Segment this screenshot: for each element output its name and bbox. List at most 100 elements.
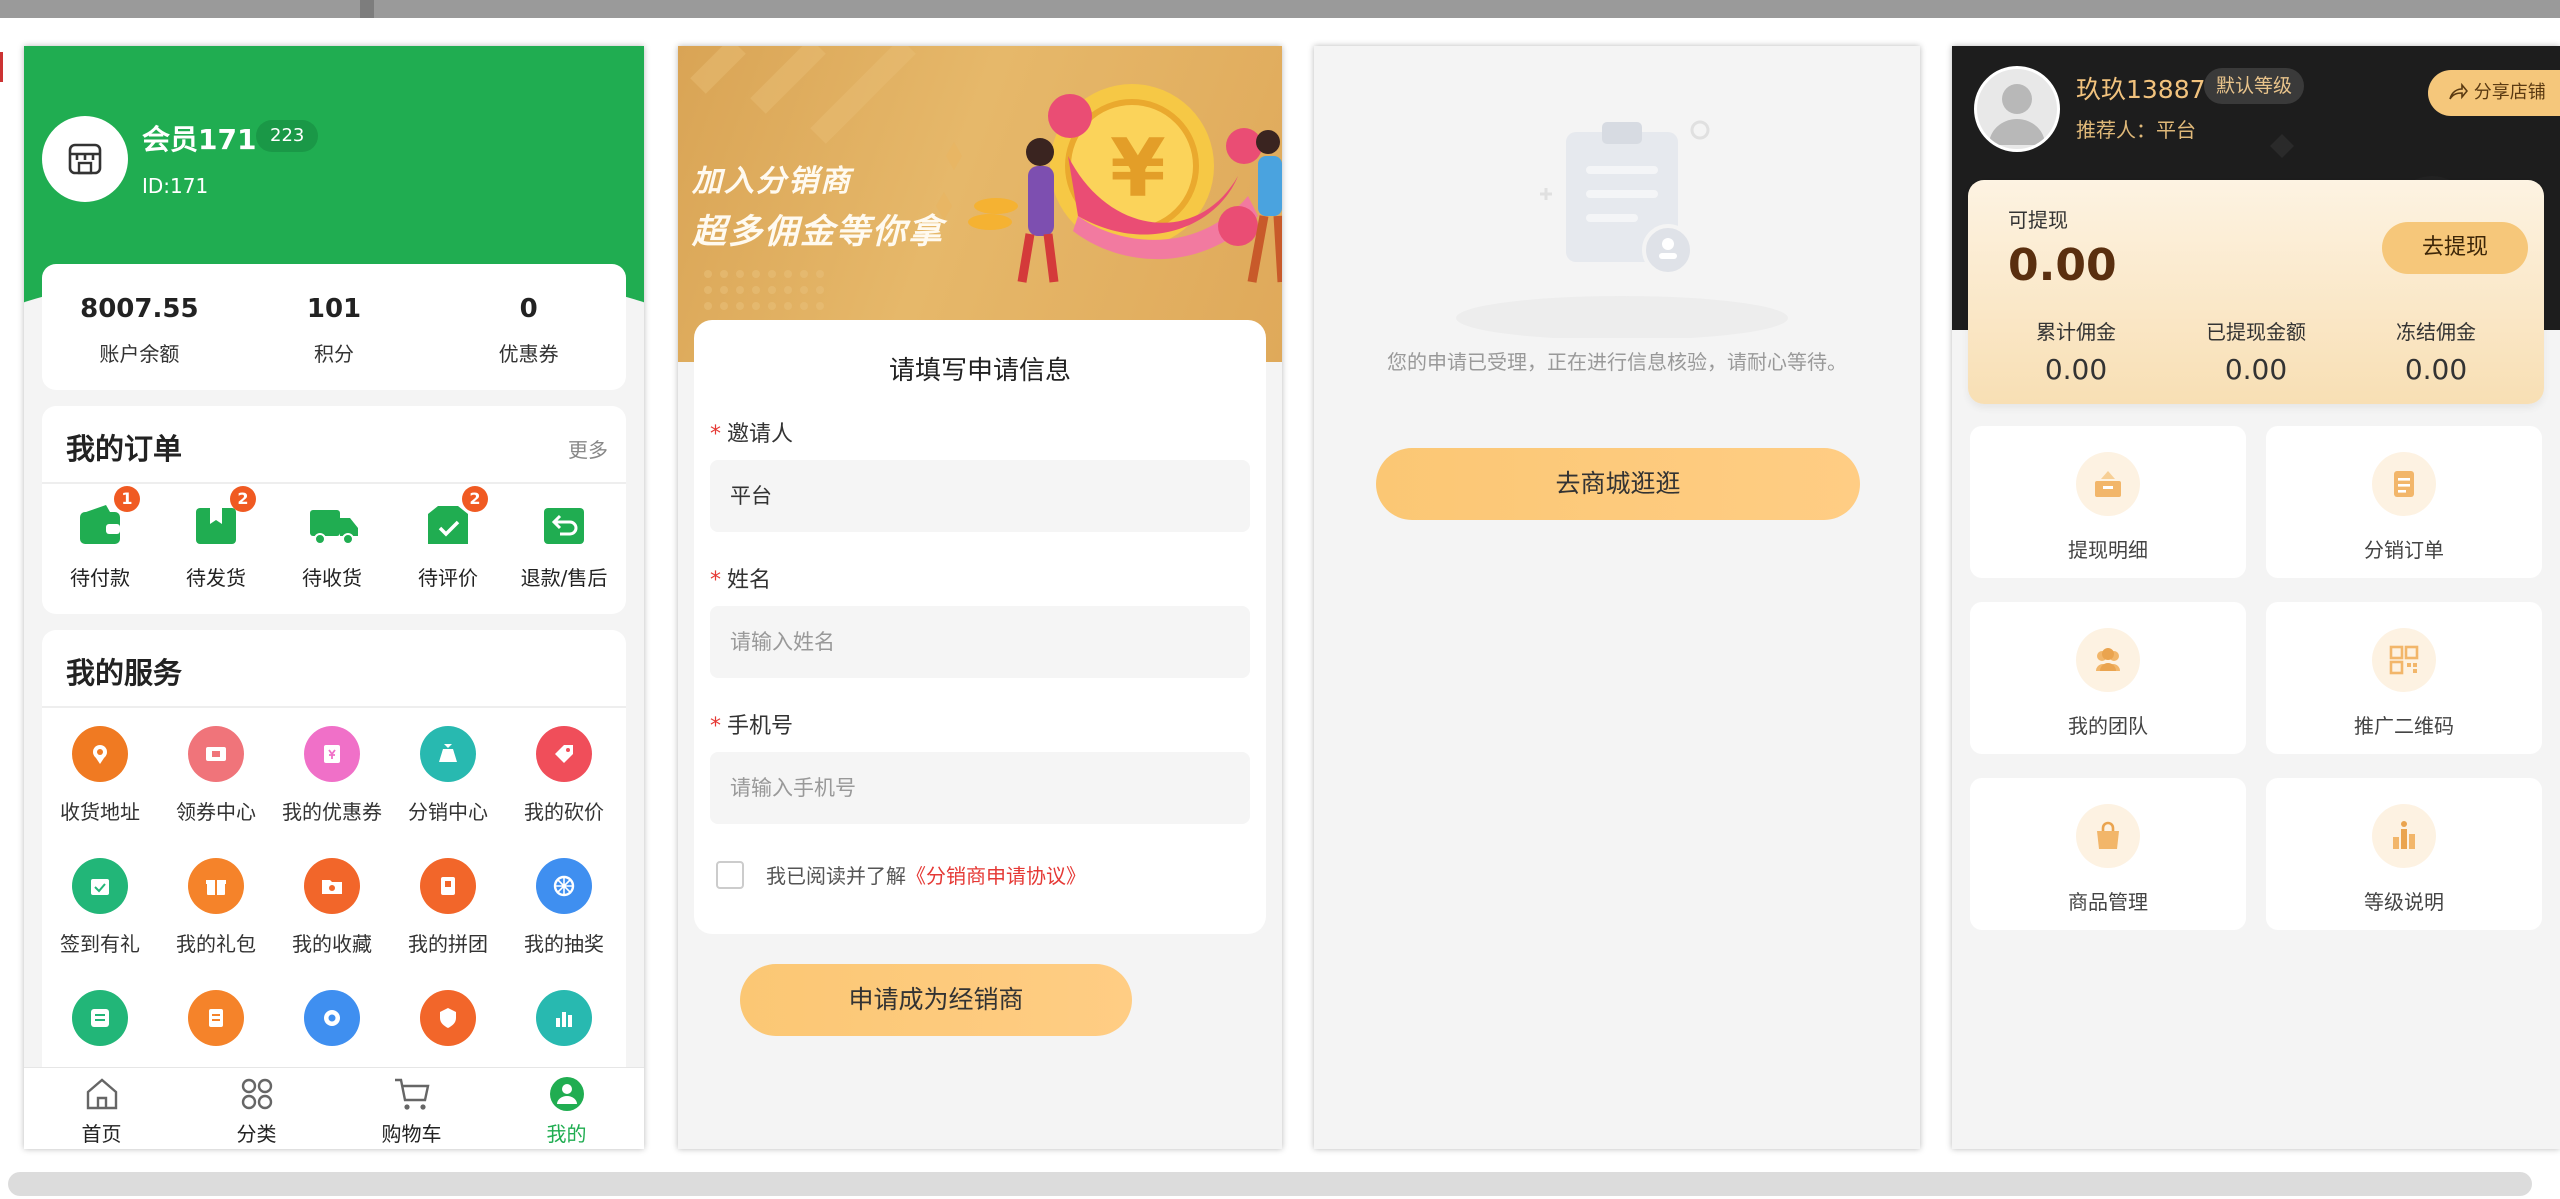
tab-category[interactable]: 分类: [179, 1068, 334, 1149]
stat-balance[interactable]: 8007.55 账户余额: [42, 264, 237, 390]
tab-label: 分类: [236, 1122, 277, 1146]
agreement-text: 我已阅读并了解: [766, 864, 906, 888]
phone-input[interactable]: 请输入手机号: [710, 752, 1250, 824]
store-avatar[interactable]: [42, 116, 128, 202]
service-item[interactable]: 我的礼包: [158, 858, 274, 957]
summary-label: 已提现金额: [2206, 320, 2306, 344]
stat-points[interactable]: 101 积分: [237, 264, 432, 390]
settings-icon: [304, 990, 360, 1046]
menu-withdraw-records[interactable]: 提现明细: [1970, 426, 2246, 578]
order-label: 待付款: [70, 566, 130, 590]
coupon-icon: [188, 726, 244, 782]
tab-label: 首页: [81, 1122, 122, 1146]
orders-more-link[interactable]: 更多: [568, 434, 608, 463]
service-item[interactable]: 收货地址: [42, 726, 158, 825]
service-item[interactable]: [274, 990, 390, 1060]
required-mark: *: [710, 714, 721, 739]
tab-home[interactable]: 首页: [24, 1068, 179, 1149]
service-item[interactable]: 我的抽奖: [506, 858, 622, 957]
agreement-row: 我已阅读并了解 《分销商申请协议》: [716, 860, 1086, 889]
service-item[interactable]: 签到有礼: [42, 858, 158, 957]
truck-icon: [310, 510, 358, 545]
share-icon: [2449, 82, 2469, 100]
service-item[interactable]: [42, 990, 158, 1060]
list-icon: [72, 990, 128, 1046]
browser-top-bar: [0, 0, 2560, 18]
tab-mine[interactable]: 我的: [489, 1068, 644, 1149]
tab-label: 购物车: [381, 1122, 442, 1146]
banner-headline: 加入分销商: [692, 164, 852, 199]
share-store-button[interactable]: 分享店铺: [2428, 70, 2560, 116]
member-points-badge: 223: [256, 120, 319, 152]
stat-label: 优惠券: [498, 342, 559, 366]
order-pending-receipt[interactable]: 待收货: [274, 502, 390, 591]
tab-label: 我的: [546, 1122, 587, 1146]
total-commission: 累计佣金 0.00: [1986, 316, 2166, 386]
chart-icon: [536, 990, 592, 1046]
user-avatar[interactable]: [1974, 66, 2060, 152]
summary-label: 冻结佣金: [2396, 320, 2476, 344]
withdraw-button[interactable]: 去提现: [2382, 222, 2528, 274]
required-mark: *: [710, 422, 721, 447]
money-bag-icon: [420, 726, 476, 782]
member-name: 会员171: [142, 123, 257, 156]
stat-value: 101: [306, 294, 362, 324]
menu-promo-qr-code[interactable]: 推广二维码: [2266, 602, 2542, 754]
tab-cart[interactable]: 购物车: [334, 1068, 489, 1149]
order-refund[interactable]: 退款/售后: [506, 502, 622, 591]
service-label: 我的砍价: [524, 800, 604, 824]
withdraw-record-icon: [2095, 471, 2121, 497]
menu-my-team[interactable]: 我的团队: [1970, 602, 2246, 754]
order-label: 待发货: [186, 566, 246, 590]
stat-value: 0: [519, 294, 538, 324]
horizontal-scrollbar[interactable]: [8, 1172, 2532, 1196]
folder-star-icon: [304, 858, 360, 914]
service-label: 领券中心: [176, 800, 256, 824]
inviter-field[interactable]: 平台: [710, 460, 1250, 532]
order-pending-payment[interactable]: 1 待付款: [42, 486, 158, 591]
qr-code-icon: [2389, 645, 2419, 675]
frozen-commission: 冻结佣金 0.00: [2346, 316, 2526, 386]
distributor-apply-screen: ¥ 加入分销商 超多佣金等你拿 请填写申请信息 * 邀请人 平台 * 姓名 请输入姓…: [678, 46, 1282, 1149]
menu-label: 商品管理: [2068, 890, 2148, 914]
menu-product-management[interactable]: 商品管理: [1970, 778, 2246, 930]
menu-level-description[interactable]: 等级说明: [2266, 778, 2542, 930]
my-services-card: 我的服务 收货地址 领券中心 我的优惠券 分销中心 我的砍价 签到有礼 我的礼包 我的收藏 我的…: [42, 630, 626, 1110]
service-item[interactable]: [158, 990, 274, 1060]
tag-icon: [536, 726, 592, 782]
service-item[interactable]: [506, 990, 622, 1060]
order-pending-shipment[interactable]: 2 待发货: [158, 486, 274, 591]
shopping-bag-icon: [2097, 821, 2119, 849]
stat-label: 积分: [314, 342, 354, 366]
distribution-center-screen: 玖玖13887 默认等级 推荐人：平台 分享店铺 可提现 0.00 去提现 累计…: [1952, 46, 2560, 1149]
service-item[interactable]: 我的收藏: [274, 858, 390, 957]
stat-coupons[interactable]: 0 优惠券: [431, 264, 626, 390]
go-mall-button[interactable]: 去商城逛逛: [1376, 448, 1860, 520]
shield-icon: [420, 990, 476, 1046]
ticket-icon: [304, 726, 360, 782]
service-item[interactable]: 分销中心: [390, 726, 506, 825]
service-item[interactable]: 领券中心: [158, 726, 274, 825]
review-icon: [428, 506, 468, 544]
name-input[interactable]: 请输入姓名: [710, 606, 1250, 678]
cart-icon: [394, 1078, 429, 1110]
apply-submit-button[interactable]: 申请成为经销商: [740, 964, 1132, 1036]
withdrawable-amount: 0.00: [2008, 240, 2117, 291]
service-item[interactable]: [390, 990, 506, 1060]
service-item[interactable]: 我的拼团: [390, 858, 506, 957]
menu-distribution-orders[interactable]: 分销订单: [2266, 426, 2542, 578]
service-label: 收货地址: [60, 800, 140, 824]
menu-label: 等级说明: [2364, 890, 2444, 914]
order-pending-review[interactable]: 2 待评价: [390, 486, 506, 591]
summary-label: 累计佣金: [2036, 320, 2116, 344]
required-mark: *: [710, 568, 721, 593]
menu-label: 分销订单: [2364, 538, 2444, 562]
service-item[interactable]: 我的砍价: [506, 726, 622, 825]
service-item[interactable]: 我的优惠券: [274, 726, 390, 825]
home-icon: [86, 1078, 117, 1110]
agreement-checkbox[interactable]: [716, 860, 744, 889]
stat-label: 账户余额: [99, 342, 180, 366]
agreement-link[interactable]: 《分销商申请协议》: [906, 860, 1086, 889]
member-center-screen: 会员171 223 ID:171 8007.55 账户余额 101 积分 0 优…: [24, 46, 644, 1149]
menu-label: 推广二维码: [2354, 714, 2454, 738]
